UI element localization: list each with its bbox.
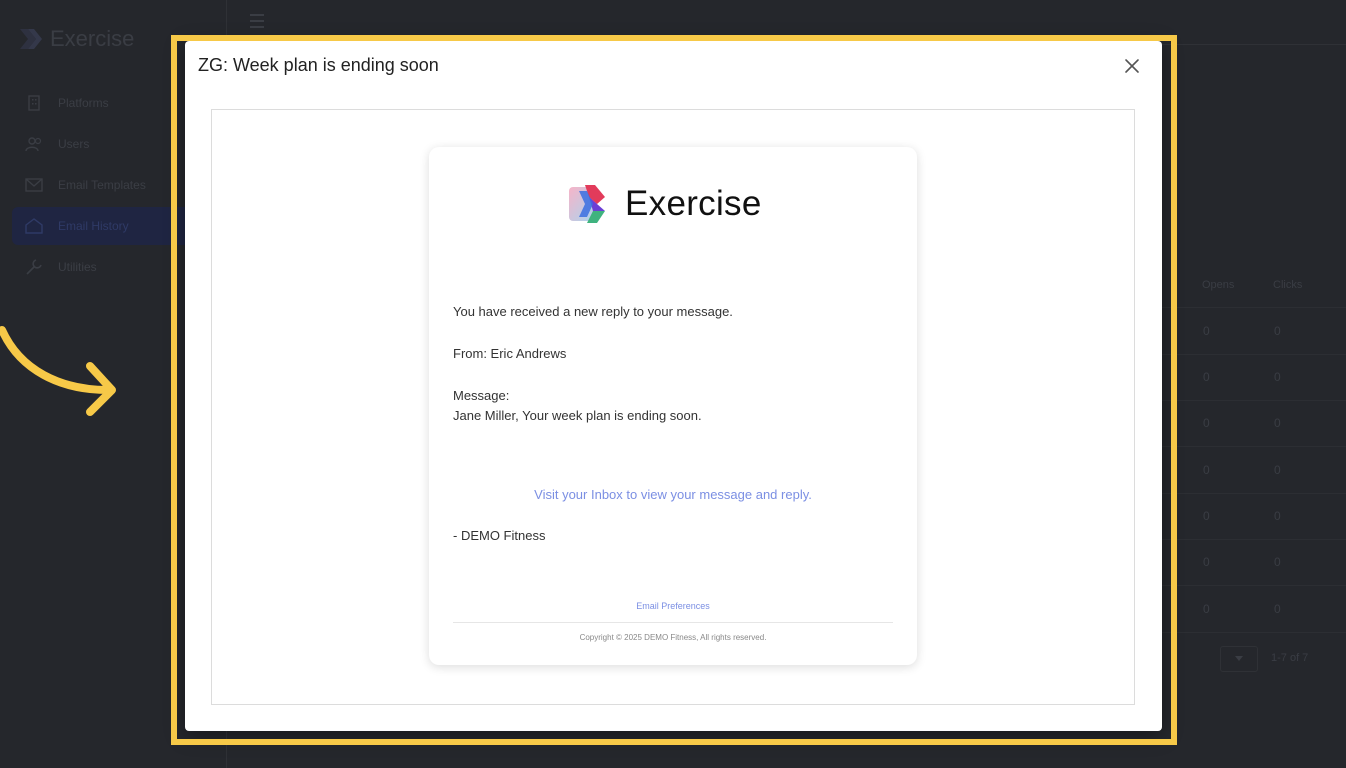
rows-per-page-select[interactable] xyxy=(1220,646,1258,672)
menu-icon[interactable] xyxy=(250,14,264,28)
table-cell: 0 xyxy=(1203,416,1210,430)
brand-name: Exercise xyxy=(50,26,135,51)
brand-logo[interactable]: Exercise xyxy=(16,26,134,52)
inbox-icon xyxy=(24,216,44,236)
sidebar-item-label: Users xyxy=(58,137,90,151)
table-cell: 0 xyxy=(1203,509,1210,523)
wrench-icon xyxy=(24,257,44,277)
column-header-opens[interactable]: Opens xyxy=(1202,279,1234,291)
chevron-down-icon xyxy=(1235,656,1243,661)
table-cell: 0 xyxy=(1274,370,1281,384)
table-cell: 0 xyxy=(1203,602,1210,616)
pagination-range: 1-7 of 7 xyxy=(1271,652,1309,664)
annotation-arrow-icon xyxy=(0,326,116,416)
divider xyxy=(1150,400,1346,401)
sidebar-item-label: Email Templates xyxy=(58,178,146,192)
exercise-logo-icon xyxy=(20,29,42,49)
table-cell: 0 xyxy=(1203,555,1210,569)
table-cell: 0 xyxy=(1203,463,1210,477)
table-cell: 0 xyxy=(1274,463,1281,477)
highlight-frame xyxy=(171,35,1177,745)
table-cell: 0 xyxy=(1274,509,1281,523)
sidebar-item-label: Utilities xyxy=(58,260,97,274)
table-cell: 0 xyxy=(1203,324,1210,338)
users-icon xyxy=(24,134,44,154)
divider xyxy=(1150,539,1346,540)
building-icon xyxy=(24,93,44,113)
divider xyxy=(1150,354,1346,355)
table-cell: 0 xyxy=(1203,370,1210,384)
divider xyxy=(1150,493,1346,494)
sidebar-item-label: Platforms xyxy=(58,96,109,110)
divider xyxy=(1150,307,1346,308)
divider xyxy=(1150,446,1346,447)
table-cell: 0 xyxy=(1274,324,1281,338)
sidebar-item-label: Email History xyxy=(58,219,129,233)
table-cell: 0 xyxy=(1274,555,1281,569)
table-cell: 0 xyxy=(1274,602,1281,616)
table-cell: 0 xyxy=(1274,416,1281,430)
envelope-icon xyxy=(24,175,44,195)
divider xyxy=(1150,585,1346,586)
divider xyxy=(1150,632,1346,633)
column-header-clicks[interactable]: Clicks xyxy=(1273,279,1302,291)
